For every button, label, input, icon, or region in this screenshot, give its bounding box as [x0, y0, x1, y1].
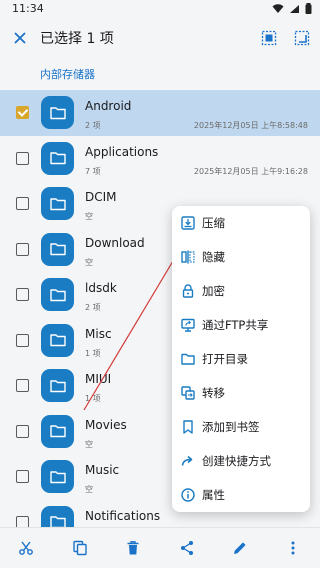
- menu-label: 转移: [202, 386, 225, 400]
- menu-label: 通过FTP共享: [202, 318, 269, 332]
- row-checkbox[interactable]: [16, 470, 29, 483]
- folder-icon: [41, 141, 74, 175]
- bookmark-icon: [180, 419, 196, 435]
- monitor-share-icon: [180, 317, 196, 333]
- select-all-icon: [261, 30, 277, 46]
- file-row[interactable]: Android 2 项 2025年12月05日 上午8:58:48: [0, 90, 320, 136]
- file-item-count: 1 项: [85, 348, 101, 358]
- status-bar: 11:34: [0, 0, 320, 18]
- file-item-count: 空: [85, 485, 93, 494]
- menu-item-add-bookmark[interactable]: 添加到书签: [172, 410, 310, 444]
- row-checkbox[interactable]: [16, 288, 29, 301]
- menu-label: 添加到书签: [202, 420, 260, 434]
- menu-label: 打开目录: [202, 352, 248, 366]
- context-menu: 压缩 隐藏 加密 通过FTP共享 打开目录 转移 添加到书签 创建快捷方式 属性: [172, 206, 310, 512]
- copy-icon: [73, 540, 87, 556]
- bottom-toolbar: [0, 527, 320, 568]
- folder-icon: [41, 232, 74, 266]
- status-icons: [272, 3, 312, 14]
- menu-item-compress[interactable]: 压缩: [172, 206, 310, 240]
- menu-item-properties[interactable]: 属性: [172, 478, 310, 512]
- folder-icon: [41, 96, 74, 129]
- file-name: Music: [85, 463, 120, 477]
- file-item-count: 空: [85, 439, 93, 449]
- pencil-icon: [234, 542, 246, 554]
- file-item-count: 空: [85, 212, 93, 221]
- menu-label: 压缩: [202, 216, 225, 230]
- folder-icon: [41, 187, 74, 220]
- menu-item-create-shortcut[interactable]: 创建快捷方式: [172, 444, 310, 478]
- menu-item-transfer[interactable]: 转移: [172, 376, 310, 410]
- file-name: Notifications: [85, 508, 161, 523]
- selection-title: 已选择 1 项: [40, 31, 114, 47]
- share-icon: [181, 541, 193, 555]
- select-range-icon: [294, 30, 310, 46]
- menu-label: 创建快捷方式: [202, 454, 271, 468]
- file-item-count: 2 项: [85, 121, 101, 130]
- file-name: Android: [85, 99, 132, 113]
- file-item-count: 1 项: [85, 394, 101, 403]
- file-item-count: 7 项: [85, 166, 101, 176]
- file-name: Misc: [85, 326, 112, 341]
- signal-icon: [290, 4, 299, 13]
- file-date: 2025年12月05日 上午9:16:28: [193, 166, 308, 176]
- status-time: 11:34: [12, 2, 44, 15]
- row-checkbox[interactable]: [16, 424, 29, 438]
- battery-icon: [305, 3, 312, 14]
- row-checkbox[interactable]: [16, 197, 29, 210]
- trash-icon: [127, 541, 139, 555]
- breadcrumb-internal-storage[interactable]: 内部存储器: [40, 66, 95, 82]
- file-name: DCIM: [85, 190, 117, 204]
- select-range-button[interactable]: [290, 26, 314, 50]
- folder-icon: [41, 414, 74, 448]
- folder-icon: [41, 369, 74, 402]
- lock-icon: [180, 283, 196, 299]
- row-checkbox[interactable]: [16, 106, 29, 119]
- close-selection-button[interactable]: [8, 26, 32, 50]
- select-all-button[interactable]: [257, 26, 281, 50]
- more-vertical-icon: [291, 541, 295, 555]
- folder-icon: [41, 278, 74, 311]
- cut-button[interactable]: [14, 536, 38, 560]
- delete-button[interactable]: [121, 536, 145, 560]
- menu-item-open-directory[interactable]: 打开目录: [172, 342, 310, 376]
- shortcut-arrow-icon: [180, 453, 196, 469]
- row-checkbox[interactable]: [16, 242, 29, 256]
- info-icon: [180, 487, 196, 503]
- wifi-icon: [272, 3, 284, 13]
- close-icon: [14, 32, 26, 44]
- row-checkbox[interactable]: [16, 333, 29, 347]
- share-button[interactable]: [175, 536, 199, 560]
- menu-label: 加密: [202, 284, 225, 298]
- scissors-icon: [19, 541, 33, 555]
- archive-icon: [180, 215, 196, 231]
- menu-item-hide[interactable]: 隐藏: [172, 240, 310, 274]
- file-name: Movies: [85, 417, 127, 432]
- menu-item-encrypt[interactable]: 加密: [172, 274, 310, 308]
- file-name: MIUI: [85, 372, 112, 386]
- folder-open-icon: [180, 351, 196, 367]
- more-options-button[interactable]: [281, 536, 305, 560]
- file-date: 2025年12月05日 上午8:58:48: [193, 121, 308, 130]
- file-item-count: 空: [85, 257, 93, 267]
- file-name: Applications: [85, 144, 159, 159]
- rename-button[interactable]: [228, 536, 252, 560]
- file-item-count: 2 项: [85, 303, 101, 312]
- menu-label: 属性: [202, 488, 225, 502]
- file-name: Download: [85, 235, 145, 250]
- folder-icon: [41, 323, 74, 357]
- transfer-icon: [180, 385, 196, 401]
- row-checkbox[interactable]: [16, 379, 29, 392]
- folder-icon: [41, 460, 74, 493]
- menu-label: 隐藏: [202, 250, 225, 264]
- file-row[interactable]: Applications 7 项 2025年12月05日 上午9:16:28: [0, 136, 320, 182]
- menu-item-ftp-share[interactable]: 通过FTP共享: [172, 308, 310, 342]
- app-bar: 已选择 1 项: [0, 18, 320, 58]
- hide-icon: [180, 249, 196, 265]
- file-name: ldsdk: [85, 281, 117, 295]
- row-checkbox[interactable]: [16, 151, 29, 165]
- copy-button[interactable]: [68, 536, 92, 560]
